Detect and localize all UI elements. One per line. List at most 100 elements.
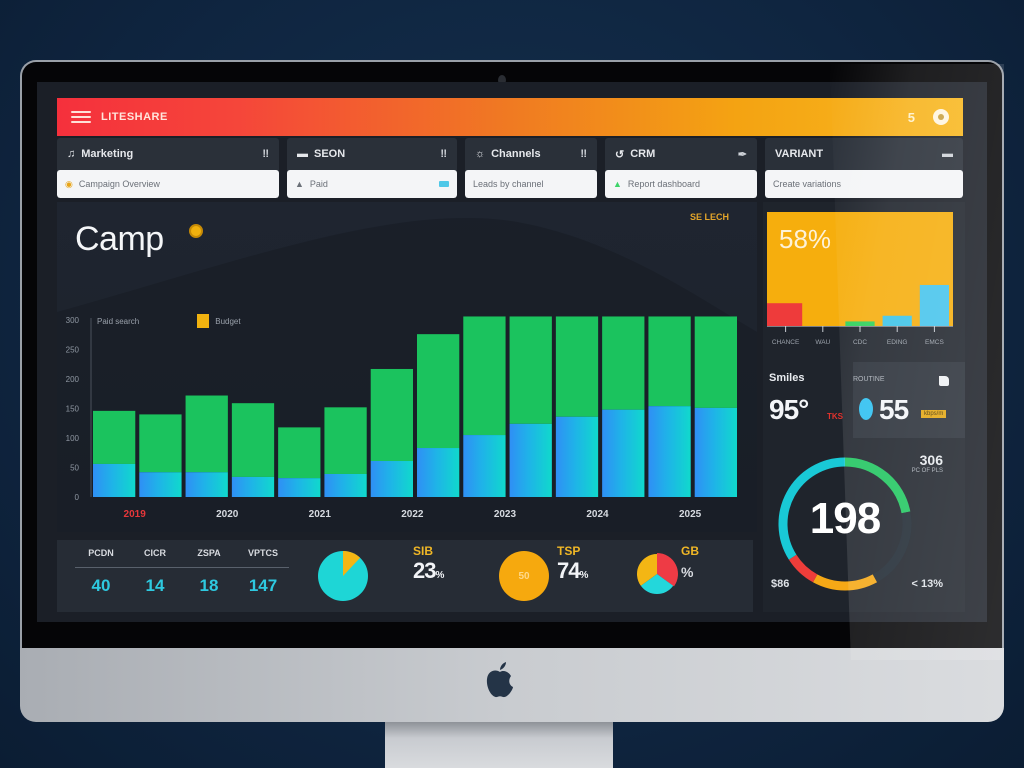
- info-icon[interactable]: ‼: [440, 148, 447, 160]
- kpi-3: GB %: [681, 544, 699, 580]
- mini-bar-axis: CHANCE WAU CDC EDING EMCS: [767, 326, 953, 346]
- x-tick-label: 2020: [216, 509, 239, 520]
- filter-channels[interactable]: ☼ Channels ‼ Leads by channel: [465, 138, 597, 198]
- stat-value: 40: [91, 576, 111, 595]
- app-title: LITESHARE: [101, 111, 168, 123]
- kpi-pie-3: [637, 553, 678, 594]
- stat-value: 14: [145, 576, 165, 595]
- info-icon[interactable]: ‼: [580, 148, 587, 160]
- bar-base: [231, 476, 275, 497]
- stats-row: Smiles 95° TKS ROUTINE 55 kbps/m: [763, 362, 965, 442]
- y-tick-label: 250: [66, 346, 80, 355]
- cup-icon: [939, 376, 949, 386]
- bar-growth: [648, 316, 691, 407]
- top-bar: LITESHARE 5: [57, 98, 963, 136]
- filter-title: Marketing: [81, 148, 134, 160]
- filter-input[interactable]: ◉ Campaign Overview: [57, 170, 279, 198]
- filter-title: SEON: [314, 148, 346, 160]
- notification-count[interactable]: 5: [908, 110, 915, 125]
- x-tick-label: 2022: [401, 509, 424, 520]
- eraser-icon[interactable]: ▬: [942, 148, 953, 160]
- mini-bar-label: CDC: [853, 339, 867, 346]
- bar-growth: [602, 316, 645, 410]
- hamburger-icon[interactable]: [71, 111, 91, 123]
- stat-header: CICR: [144, 548, 166, 558]
- ring-foot-right: < 13%: [911, 578, 944, 590]
- monitor-icon: ▬: [297, 148, 308, 160]
- x-tick-label: 2021: [309, 509, 332, 520]
- bar-base: [370, 461, 413, 497]
- user-icon: ♫: [67, 148, 76, 160]
- mini-bar-label: EDING: [887, 339, 908, 346]
- bar-growth: [509, 316, 552, 424]
- bar-base: [278, 478, 321, 497]
- filter-crm[interactable]: ↺ CRM ✒ ▲ Report dashboard: [605, 138, 757, 198]
- kpi-circle-text: 50: [518, 570, 530, 582]
- y-tick-label: 100: [66, 434, 80, 443]
- info-icon[interactable]: ‼: [262, 148, 269, 160]
- stat-header: VPTCS: [247, 548, 278, 558]
- ring-side-value: 306: [919, 452, 943, 468]
- right-panel: 58% CHANCE WAU CDC EDING EMCS Smiles 95° TKS…: [763, 202, 965, 612]
- y-tick-label: 50: [70, 464, 79, 473]
- filter-title: CRM: [630, 148, 656, 160]
- stat-header: PCDN: [88, 548, 114, 558]
- bar-growth: [694, 316, 737, 408]
- filter-variant[interactable]: VARIANT ▬ Create variations: [765, 138, 963, 198]
- bar-base: [139, 472, 182, 497]
- kpi-label: TSP: [557, 544, 581, 558]
- filter-input[interactable]: ▲ Paid: [287, 170, 457, 198]
- filter-input[interactable]: ▲ Report dashboard: [605, 170, 757, 198]
- bar-growth: [93, 410, 136, 464]
- filter-input[interactable]: Create variations: [765, 170, 963, 198]
- triangle-icon: ▲: [295, 179, 304, 189]
- filter-bar: ♫ Marketing ‼ ◉ Campaign Overview ▬ SEON…: [57, 138, 963, 198]
- percentage-card: 58%: [767, 212, 953, 326]
- kpi-circle: 50: [499, 551, 549, 601]
- bar-growth: [324, 407, 367, 474]
- filter-input[interactable]: Leads by channel: [465, 170, 597, 198]
- kpi-value: 74%: [557, 558, 588, 584]
- kpi-suffix: %: [435, 570, 445, 581]
- globe-icon: ☼: [475, 148, 486, 160]
- filter-marketing[interactable]: ♫ Marketing ‼ ◉ Campaign Overview: [57, 138, 279, 198]
- badge-icon: [439, 181, 449, 187]
- kpi-strip: PCDN CICR ZSPA VPTCS 40 14 18 147 SIB 23…: [57, 540, 753, 612]
- mini-bar: [767, 303, 803, 326]
- mini-bar-chart: [767, 284, 949, 326]
- bar-base: [648, 406, 691, 497]
- monitor-stand: [385, 722, 613, 768]
- mini-bar-label: WAU: [815, 339, 830, 346]
- x-tick-label: 2025: [679, 509, 702, 520]
- pen-icon[interactable]: ✒: [738, 148, 747, 161]
- kpi-number: 74: [557, 558, 581, 583]
- apple-logo-icon: [486, 662, 513, 698]
- bar-growth: [278, 427, 321, 479]
- stat-unit: kbps/m: [921, 410, 947, 418]
- bar-growth: [139, 414, 182, 473]
- ring-segment: [812, 574, 878, 591]
- trend-icon: ▲: [613, 179, 622, 189]
- filter-value: Paid: [309, 179, 328, 189]
- stat-title: Smiles: [769, 372, 805, 384]
- kpi-1: SIB 23%: [413, 544, 444, 584]
- mini-bar-label: EMCS: [925, 339, 944, 346]
- stat-value: 18: [199, 576, 219, 595]
- kpi-suffix: %: [681, 564, 693, 580]
- coin-icon: [189, 224, 203, 238]
- ring-gauge: 198 306 PC OF PLS $86 < 13%: [763, 442, 965, 610]
- mini-bar-label: CHANCE: [772, 339, 800, 346]
- refresh-icon: ↺: [615, 148, 625, 161]
- settings-icon[interactable]: [933, 109, 949, 125]
- main-chart-panel: Camp SE LECH Paid search Budget 0 50 100 15…: [57, 202, 757, 532]
- bar-base: [694, 407, 737, 497]
- filter-seon[interactable]: ▬ SEON ‼ ▲ Paid: [287, 138, 457, 198]
- stat-unit: TKS: [827, 412, 843, 421]
- mini-bar: [919, 284, 949, 326]
- x-tick-label: 2023: [494, 509, 517, 520]
- x-tick-label: 2024: [586, 509, 609, 520]
- filter-title: VARIANT: [775, 148, 824, 160]
- range-label[interactable]: SE LECH: [690, 212, 729, 222]
- stat-subcard: ROUTINE 55 kbps/m: [853, 362, 965, 438]
- ring-side-label: PC OF PLS: [911, 468, 943, 474]
